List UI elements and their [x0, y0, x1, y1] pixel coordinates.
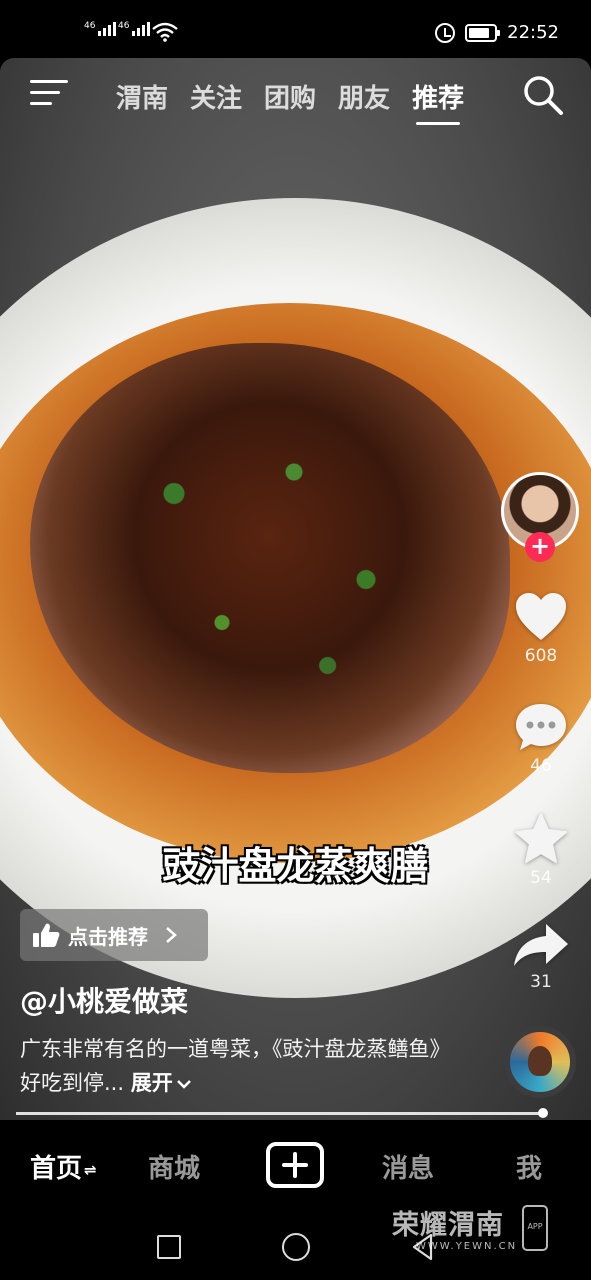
- search-icon[interactable]: [522, 74, 564, 116]
- comment-button[interactable]: 46: [506, 702, 576, 776]
- wifi-icon: [152, 22, 178, 42]
- tab-group-buy[interactable]: 团购: [264, 78, 316, 115]
- watermark-url: WWW.YEWN.CN: [416, 1241, 518, 1252]
- video-caption: 豉汁盘龙蒸爽膳: [162, 844, 429, 888]
- watermark-title: 荣耀渭南: [392, 1210, 504, 1241]
- music-disc[interactable]: [504, 1026, 576, 1098]
- create-button[interactable]: [266, 1142, 324, 1188]
- tab-me[interactable]: 我: [516, 1148, 542, 1185]
- expand-label: 展开: [130, 1071, 173, 1095]
- recommend-button[interactable]: 点击推荐: [20, 909, 208, 961]
- chevron-down-icon: [176, 1080, 191, 1089]
- refresh-icon: ⇌: [84, 1160, 97, 1179]
- cellular-signal-icon-2: 46: [118, 21, 151, 36]
- tab-home-label: 首页: [30, 1154, 83, 1184]
- heart-icon: [516, 593, 566, 640]
- watermark-logo: 荣耀渭南 WWW.YEWN.CN APP: [392, 1203, 552, 1259]
- thumbs-up-icon: [33, 923, 60, 947]
- progress-handle[interactable]: [538, 1108, 548, 1118]
- favorite-button[interactable]: 54: [506, 812, 576, 888]
- video-progress-bar[interactable]: [16, 1112, 544, 1115]
- share-count: 31: [530, 972, 552, 992]
- tab-home[interactable]: 首页 ⇌: [30, 1148, 97, 1185]
- cellular-signal-icon-1: 46: [84, 21, 117, 36]
- like-count: 608: [524, 646, 558, 666]
- like-button[interactable]: 608: [506, 592, 576, 666]
- battery-icon: [465, 23, 501, 42]
- author-name[interactable]: @小桃爱做菜: [20, 980, 188, 1020]
- star-icon: [515, 813, 567, 863]
- share-arrow-icon: [514, 924, 568, 966]
- tab-weinan[interactable]: 渭南: [116, 78, 168, 115]
- tab-friends[interactable]: 朋友: [338, 78, 390, 115]
- home-icon[interactable]: [282, 1233, 310, 1261]
- tab-messages[interactable]: 消息: [382, 1148, 434, 1185]
- video-description: 广东非常有名的一道粤菜，《豉汁盘龙蒸鳝鱼》好吃到停... 展开: [20, 1032, 460, 1100]
- alarm-icon: [435, 22, 456, 43]
- chevron-right-icon: [166, 927, 177, 943]
- comment-count: 46: [530, 756, 552, 776]
- tab-recommended[interactable]: 推荐: [412, 78, 464, 125]
- tab-mall[interactable]: 商城: [148, 1148, 200, 1185]
- recent-apps-icon[interactable]: [157, 1235, 181, 1259]
- network-type-label-1: 46: [84, 21, 96, 31]
- status-time: 22:52: [507, 22, 559, 43]
- share-button[interactable]: 31: [506, 922, 576, 992]
- phone-app-icon: APP: [522, 1205, 548, 1251]
- bottom-tab-bar: 首页 ⇌ 商城 消息 我: [0, 1120, 591, 1210]
- favorite-count: 54: [530, 868, 552, 888]
- tab-following[interactable]: 关注: [190, 78, 242, 115]
- menu-icon[interactable]: [30, 78, 68, 108]
- network-type-label-2: 46: [118, 21, 130, 31]
- status-bar: 46 46 22:52: [0, 0, 591, 58]
- nav-tabs: 渭南 关注 团购 朋友 推荐: [116, 78, 464, 125]
- recommend-label: 点击推荐: [68, 924, 148, 949]
- description-text: 广东非常有名的一道粤菜，《豉汁盘龙蒸鳝鱼》好吃到停...: [20, 1037, 451, 1095]
- follow-button[interactable]: +: [525, 532, 555, 562]
- comment-icon: [516, 704, 566, 750]
- top-nav: 渭南 关注 团购 朋友 推荐: [0, 58, 591, 138]
- expand-button[interactable]: 展开: [131, 1071, 192, 1095]
